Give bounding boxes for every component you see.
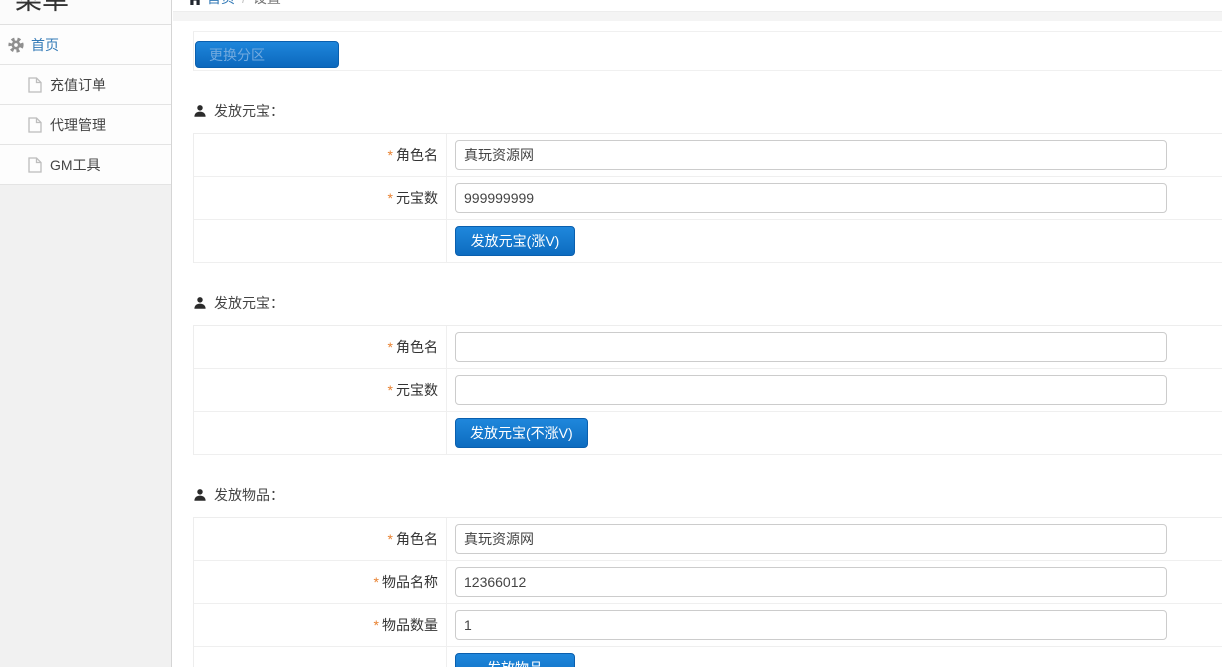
issue-yuanbao-no-v-button[interactable]: 发放元宝(不涨V) — [455, 418, 588, 448]
field-label-cell: * 角色名 — [194, 134, 447, 176]
field-label: 角色名 — [396, 145, 438, 165]
sidebar-item-label: 充值订单 — [50, 75, 106, 95]
sidebar-item-label: GM工具 — [50, 155, 101, 175]
screen: 菜单 首页 充值订 — [0, 0, 1222, 667]
sidebar-item-recharge-orders[interactable]: 充值订单 — [0, 65, 171, 105]
form-row: * 物品名称 — [194, 561, 1222, 604]
breadcrumb-home-link[interactable]: 首页 — [188, 0, 235, 8]
user-icon — [193, 104, 207, 118]
role-name-input[interactable] — [455, 332, 1167, 362]
field-label-cell: * 角色名 — [194, 326, 447, 368]
required-marker: * — [388, 382, 393, 398]
field-label-cell: * 元宝数 — [194, 369, 447, 411]
section-title: 发放元宝： — [193, 293, 1222, 313]
field-label: 物品名称 — [382, 572, 438, 592]
sidebar-item-agent-management[interactable]: 代理管理 — [0, 105, 171, 145]
role-name-input[interactable] — [455, 524, 1167, 554]
form-row: * 元宝数 — [194, 369, 1222, 412]
section-issue-yuanbao-v: 发放元宝： * 角色名 * — [193, 101, 1222, 263]
form-row: 发放元宝(不涨V) — [194, 412, 1222, 455]
sidebar: 菜单 首页 充值订 — [0, 0, 172, 667]
field-label: 物品数量 — [382, 615, 438, 635]
content-gap — [173, 12, 1222, 21]
form-row: * 物品数量 — [194, 604, 1222, 647]
form-row: 发放元宝(涨V) — [194, 220, 1222, 263]
sidebar-item-gm-tools[interactable]: GM工具 — [0, 145, 171, 185]
section-title-text: 发放物品： — [214, 485, 284, 505]
field-label-cell — [194, 220, 447, 262]
field-label: 元宝数 — [396, 380, 438, 400]
field-input-cell: 发放元宝(不涨V) — [447, 412, 1222, 454]
sidebar-item-label: 首页 — [31, 35, 59, 55]
field-input-cell — [447, 518, 1222, 560]
field-label-cell: * 物品名称 — [194, 561, 447, 603]
field-input-cell: 发放物品 — [447, 647, 1222, 667]
form-row: * 角色名 — [194, 518, 1222, 561]
sidebar-menu: 菜单 首页 充值订 — [0, 0, 171, 185]
required-marker: * — [388, 531, 393, 547]
section-title-text: 发放元宝： — [214, 293, 284, 313]
file-icon — [28, 117, 42, 133]
user-icon — [193, 296, 207, 310]
field-input-cell — [447, 369, 1222, 411]
field-input-cell — [447, 604, 1222, 646]
required-marker: * — [388, 339, 393, 355]
issue-yuanbao-v-button[interactable]: 发放元宝(涨V) — [455, 226, 575, 256]
item-name-input[interactable] — [455, 567, 1167, 597]
home-icon — [188, 0, 202, 5]
required-marker: * — [374, 617, 379, 633]
section-issue-items: 发放物品： * 角色名 * — [193, 485, 1222, 667]
required-marker: * — [388, 147, 393, 163]
field-input-cell — [447, 326, 1222, 368]
form-row: 发放物品 — [194, 647, 1222, 667]
form-row: * 元宝数 — [194, 177, 1222, 220]
sidebar-item-label: 代理管理 — [50, 115, 106, 135]
user-icon — [193, 488, 207, 502]
form-table: * 角色名 * 元宝数 — [193, 133, 1222, 263]
field-label: 角色名 — [396, 337, 438, 357]
section-title: 发放物品： — [193, 485, 1222, 505]
yuanbao-amount-input[interactable] — [455, 183, 1167, 213]
form-row: * 角色名 — [194, 326, 1222, 369]
field-label: 元宝数 — [396, 188, 438, 208]
breadcrumb-separator: / — [242, 0, 246, 6]
breadcrumb: 首页 / 设置 — [173, 0, 1222, 12]
field-label-cell — [194, 412, 447, 454]
field-input-cell — [447, 561, 1222, 603]
form-row: * 角色名 — [194, 134, 1222, 177]
field-label-cell: * 角色名 — [194, 518, 447, 560]
field-input-cell — [447, 177, 1222, 219]
role-name-input[interactable] — [455, 140, 1167, 170]
field-label: 角色名 — [396, 529, 438, 549]
form-table: * 角色名 * 元宝数 — [193, 325, 1222, 455]
main-area: 首页 / 设置 更换分区 发放元 — [173, 0, 1222, 667]
change-partition-button[interactable]: 更换分区 — [195, 41, 339, 68]
required-marker: * — [388, 190, 393, 206]
file-icon — [28, 77, 42, 93]
breadcrumb-current: 设置 — [253, 0, 281, 8]
sidebar-title-text: 菜单 — [15, 0, 171, 14]
form-table: * 角色名 * 物品名称 — [193, 517, 1222, 667]
toolbar-row: 更换分区 — [193, 31, 1222, 71]
field-label-cell: * 元宝数 — [194, 177, 447, 219]
yuanbao-amount-input[interactable] — [455, 375, 1167, 405]
content-panel: 更换分区 发放元宝： * — [173, 21, 1222, 667]
section-title-text: 发放元宝： — [214, 101, 284, 121]
field-input-cell — [447, 134, 1222, 176]
item-quantity-input[interactable] — [455, 610, 1167, 640]
breadcrumb-home-label: 首页 — [207, 0, 235, 8]
file-icon — [28, 157, 42, 173]
section-title: 发放元宝： — [193, 101, 1222, 121]
gear-icon — [8, 37, 24, 53]
sidebar-title: 菜单 — [0, 0, 171, 25]
field-label-cell — [194, 647, 447, 667]
issue-items-button[interactable]: 发放物品 — [455, 653, 575, 667]
sidebar-item-home[interactable]: 首页 — [0, 25, 171, 65]
field-input-cell: 发放元宝(涨V) — [447, 220, 1222, 262]
required-marker: * — [374, 574, 379, 590]
section-issue-yuanbao-no-v: 发放元宝： * 角色名 * — [193, 293, 1222, 455]
field-label-cell: * 物品数量 — [194, 604, 447, 646]
